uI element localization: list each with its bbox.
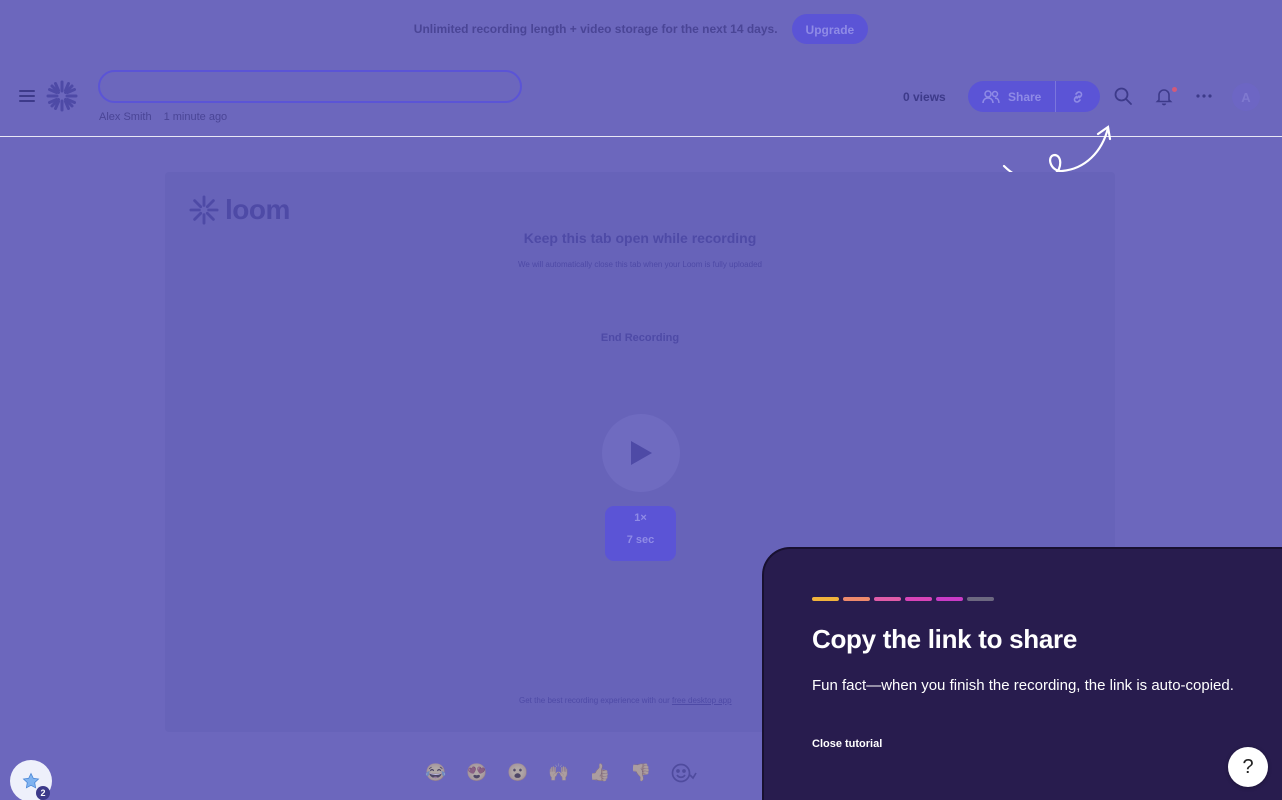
share-group: Share	[968, 81, 1101, 112]
close-tutorial-button[interactable]: Close tutorial	[812, 738, 882, 750]
loom-logo: loom	[189, 194, 290, 226]
reaction-bar: 😂 😍 😮 🙌 👍 👎	[425, 762, 697, 784]
panel-title: Keep this tab open while recording	[523, 230, 757, 246]
upgrade-banner: Unlimited recording length + video stora…	[0, 0, 1282, 58]
progress-step-5	[936, 597, 963, 601]
search-icon[interactable]	[1113, 86, 1133, 106]
video-title-input[interactable]	[98, 70, 522, 103]
tutorial-body: Fun fact—when you finish the recording, …	[812, 677, 1234, 694]
link-icon	[1074, 90, 1083, 103]
reaction-heart-eyes[interactable]: 😍	[466, 763, 487, 783]
tutorial-progress	[812, 597, 994, 601]
video-meta: Alex Smith 1 minute ago	[99, 111, 227, 123]
reaction-thumbs-down[interactable]: 👎	[630, 763, 651, 783]
banner-text: Unlimited recording length + video stora…	[413, 22, 778, 36]
progress-step-6	[967, 597, 994, 601]
achievements-count: 2	[36, 786, 50, 800]
progress-step-2	[843, 597, 870, 601]
footer-text: Get the best recording experience with o…	[519, 696, 672, 705]
reaction-thumbs-up[interactable]: 👍	[589, 763, 610, 783]
progress-step-3	[874, 597, 901, 601]
copy-link-button[interactable]	[1056, 81, 1100, 112]
speed-control[interactable]: 1× 7 sec	[605, 506, 676, 561]
desktop-app-promo: Get the best recording experience with o…	[519, 696, 732, 705]
loom-mark-icon	[189, 195, 219, 225]
add-reaction-icon[interactable]	[671, 762, 697, 784]
play-icon	[631, 441, 652, 465]
more-icon[interactable]	[1194, 86, 1214, 106]
avatar[interactable]: A	[1232, 83, 1260, 111]
play-button[interactable]	[602, 414, 680, 492]
panel-subtitle: We will automatically close this tab whe…	[518, 260, 762, 269]
upgrade-button[interactable]: Upgrade	[791, 14, 869, 44]
share-label: Share	[1008, 89, 1042, 104]
notification-dot	[1172, 87, 1177, 92]
reaction-surprised[interactable]: 😮	[507, 763, 528, 783]
reaction-laugh[interactable]: 😂	[425, 763, 446, 783]
menu-icon[interactable]	[19, 90, 35, 102]
tutorial-card: Copy the link to share Fun fact—when you…	[762, 547, 1282, 800]
reaction-raised-hands[interactable]: 🙌	[548, 763, 569, 783]
progress-step-4	[905, 597, 932, 601]
playback-speed: 1×	[634, 512, 647, 524]
end-recording-button[interactable]: End Recording	[165, 332, 1115, 344]
users-icon	[982, 89, 1000, 103]
duration: 7 sec	[626, 534, 655, 546]
help-button[interactable]: ?	[1228, 747, 1268, 787]
tutorial-title: Copy the link to share	[812, 624, 1078, 654]
bell-icon[interactable]	[1154, 86, 1174, 106]
time-ago: 1 minute ago	[163, 111, 228, 123]
loom-logo-icon[interactable]	[46, 80, 78, 112]
author-name: Alex Smith	[99, 111, 152, 123]
loom-wordmark: loom	[225, 194, 290, 225]
desktop-app-link[interactable]: free desktop app	[672, 696, 732, 705]
progress-step-1	[812, 597, 839, 601]
share-button[interactable]: Share	[968, 81, 1057, 112]
view-count[interactable]: 0 views	[903, 90, 946, 104]
